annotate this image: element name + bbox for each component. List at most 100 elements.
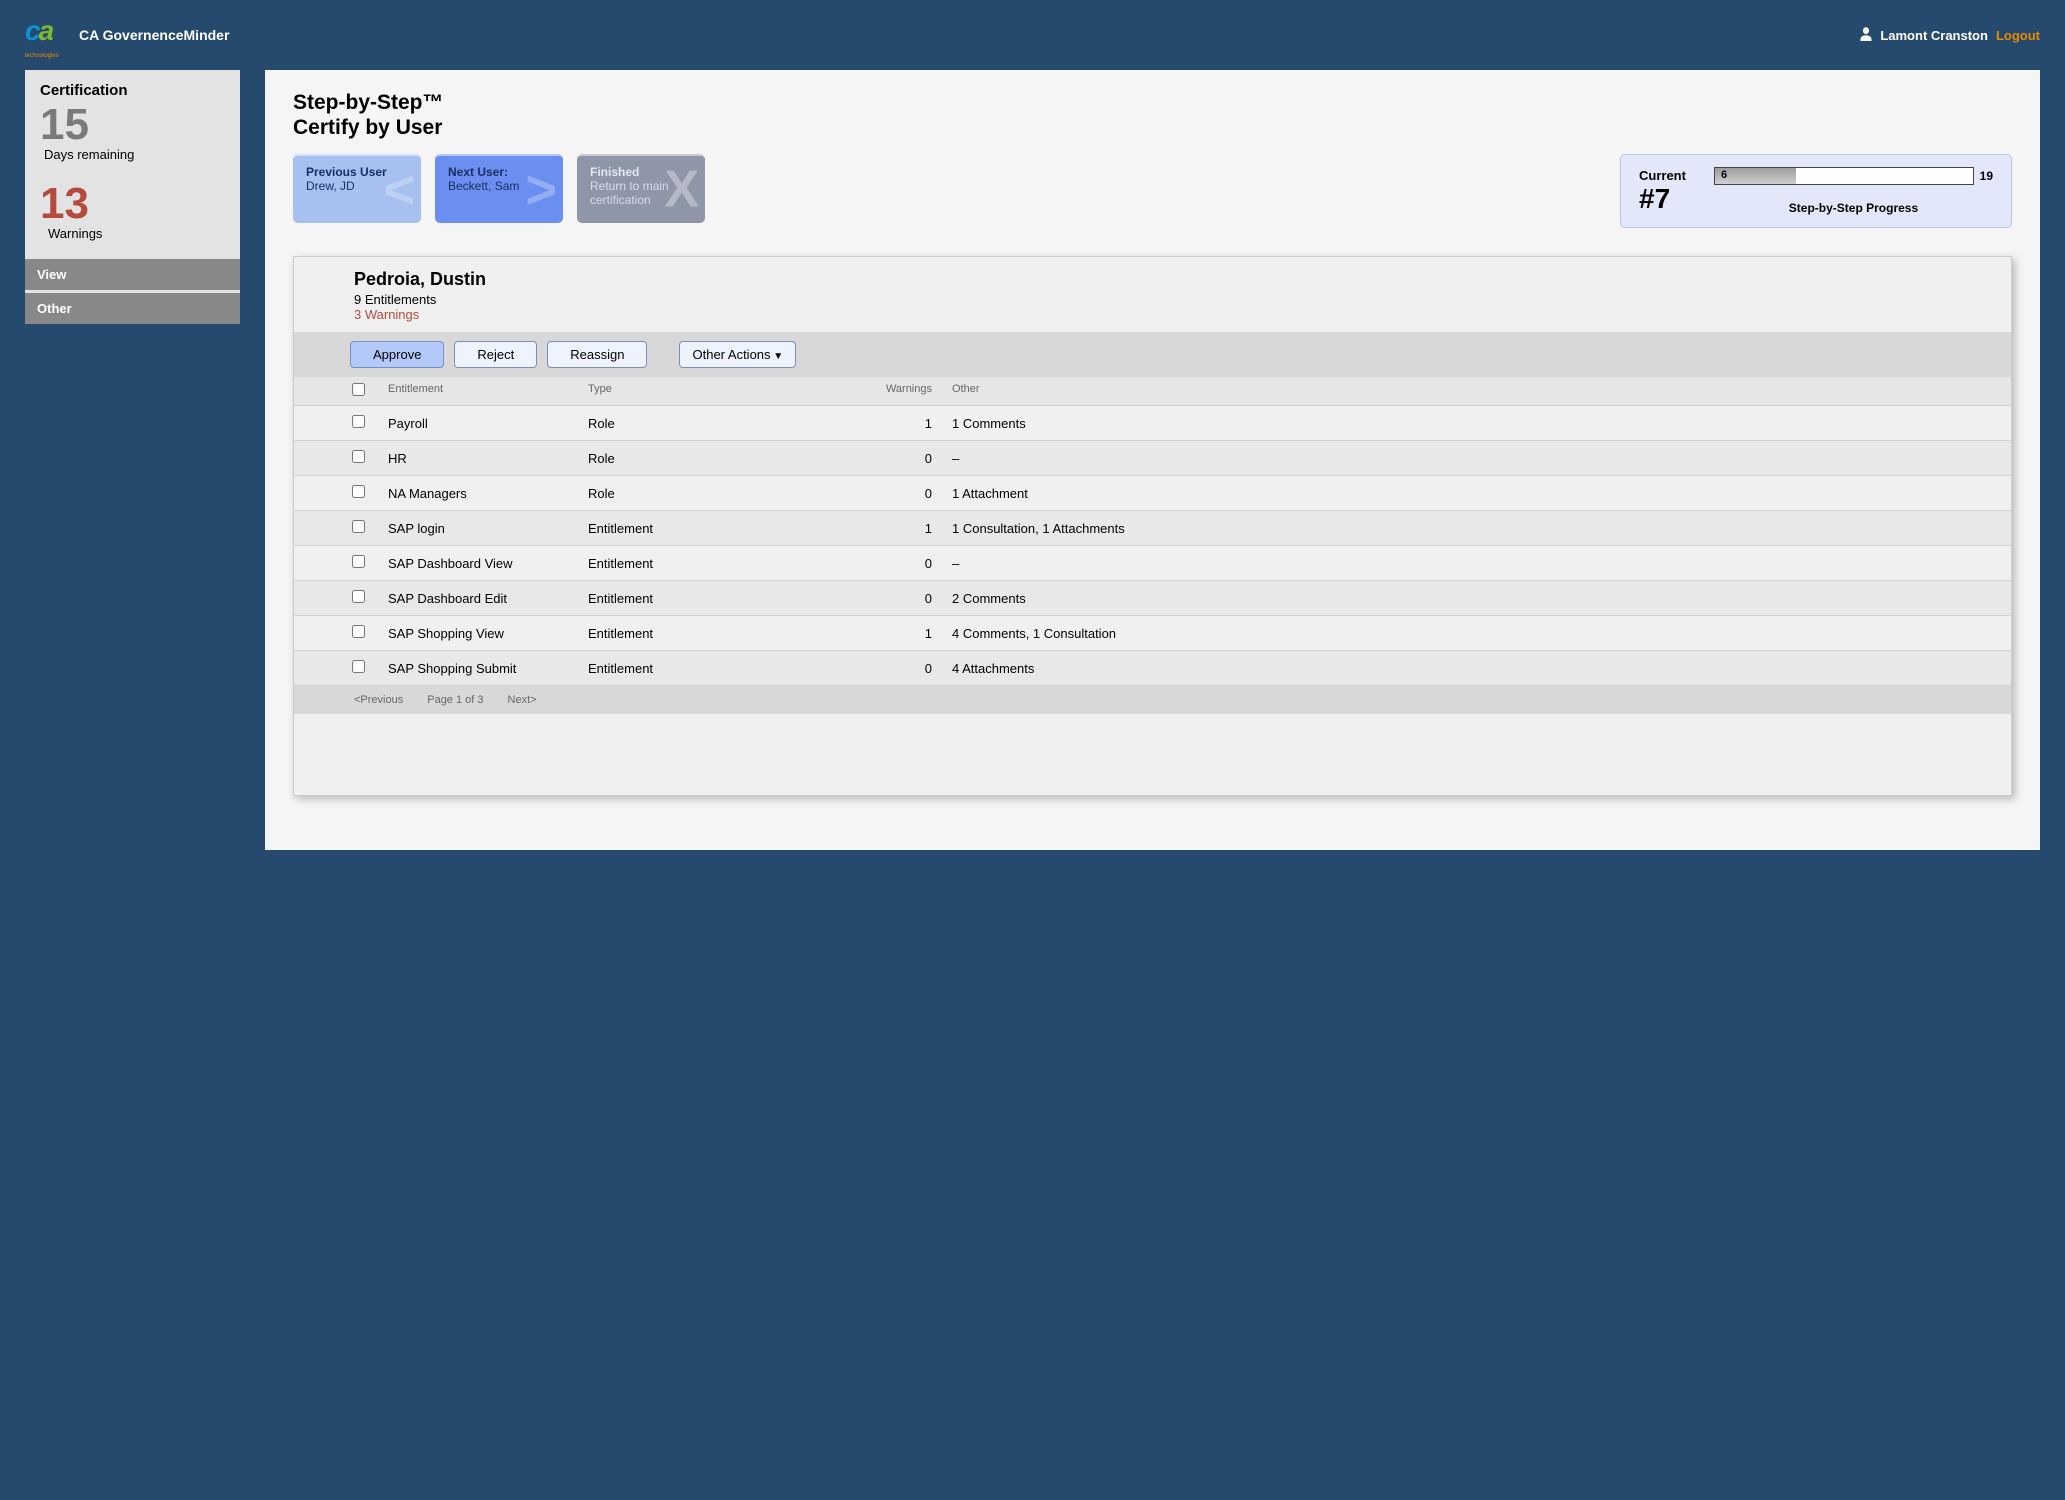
logout-link[interactable]: Logout <box>1996 28 2040 43</box>
paginate-page-info: Page 1 of 3 <box>427 694 483 706</box>
logo-subtext: technologies <box>25 53 59 59</box>
user-icon <box>1860 27 1872 44</box>
progress-done-num: 6 <box>1721 169 1727 181</box>
row-type: Role <box>588 451 748 466</box>
sidebar-summary: Certification 15 Days remaining 13 Warni… <box>25 70 240 259</box>
approve-button[interactable]: Approve <box>350 341 444 368</box>
current-num: #7 <box>1639 183 1686 215</box>
select-all-checkbox[interactable] <box>352 383 365 396</box>
row-other: 1 Attachment <box>952 486 1989 501</box>
row-type: Entitlement <box>588 521 748 536</box>
entitlements-panel: Pedroia, Dustin 9 Entitlements 3 Warning… <box>293 256 2012 796</box>
user-head: Pedroia, Dustin 9 Entitlements 3 Warning… <box>294 257 2011 332</box>
row-warnings: 0 <box>748 591 952 606</box>
row-checkbox[interactable] <box>352 520 365 533</box>
warnings-label: Warnings <box>48 226 225 241</box>
row-other: 1 Consultation, 1 Attachments <box>952 521 1989 536</box>
previous-user-card[interactable]: Previous User Drew, JD < <box>293 154 421 223</box>
progress-label: Step-by-Step Progress <box>1789 201 1918 215</box>
row-checkbox[interactable] <box>352 485 365 498</box>
table-header: Entitlement Type Warnings Other <box>294 377 2011 406</box>
row-entitlement: SAP login <box>388 521 588 536</box>
action-bar: Approve Reject Reassign Other Actions <box>294 332 2011 377</box>
warnings-count: 3 Warnings <box>354 307 1989 322</box>
col-header-entitlement: Entitlement <box>388 383 588 399</box>
progress-card: Current #7 6 19 Step-by-Step Progress <box>1620 154 2012 228</box>
reject-button[interactable]: Reject <box>454 341 537 368</box>
table-row[interactable]: PayrollRole11 Comments <box>294 406 2011 441</box>
reassign-button[interactable]: Reassign <box>547 341 647 368</box>
row-type: Entitlement <box>588 626 748 641</box>
row-checkbox[interactable] <box>352 450 365 463</box>
row-warnings: 0 <box>748 556 952 571</box>
table-row[interactable]: NA ManagersRole01 Attachment <box>294 476 2011 511</box>
row-checkbox[interactable] <box>352 590 365 603</box>
table-row[interactable]: SAP Shopping SubmitEntitlement04 Attachm… <box>294 651 2011 686</box>
header-left: ca. technologies CA GovernenceMinder <box>25 15 229 55</box>
page-title: Step-by-Step™ Certify by User <box>293 90 2012 140</box>
ca-logo: ca. technologies <box>25 15 67 55</box>
progress-block: 6 19 Step-by-Step Progress <box>1714 167 1993 215</box>
row-checkbox[interactable] <box>352 660 365 673</box>
row-warnings: 0 <box>748 451 952 466</box>
row-warnings: 0 <box>748 661 952 676</box>
page-title-line2: Certify by User <box>293 116 442 139</box>
row-type: Role <box>588 416 748 431</box>
row-checkbox[interactable] <box>352 415 365 428</box>
row-other: 4 Comments, 1 Consultation <box>952 626 1989 641</box>
col-header-other: Other <box>952 383 1989 399</box>
table-row[interactable]: SAP Shopping ViewEntitlement14 Comments,… <box>294 616 2011 651</box>
row-other: 1 Comments <box>952 416 1989 431</box>
row-entitlement: SAP Shopping View <box>388 626 588 641</box>
col-header-type: Type <box>588 383 748 399</box>
table-row[interactable]: HRRole0– <box>294 441 2011 476</box>
finished-card[interactable]: Finished Return to main certification X <box>577 154 705 223</box>
row-entitlement: Payroll <box>388 416 588 431</box>
row-warnings: 1 <box>748 626 952 641</box>
row-type: Entitlement <box>588 661 748 676</box>
row-warnings: 1 <box>748 416 952 431</box>
user-name: Pedroia, Dustin <box>354 269 1989 290</box>
progress-bar-fill: 6 <box>1715 168 1796 184</box>
table-footer: <Previous Page 1 of 3 Next> <box>294 686 2011 714</box>
row-entitlement: SAP Shopping Submit <box>388 661 588 676</box>
sidebar: Certification 15 Days remaining 13 Warni… <box>25 70 240 850</box>
next-user-card[interactable]: Next User: Beckett, Sam > <box>435 154 563 223</box>
other-actions-dropdown[interactable]: Other Actions <box>679 341 796 368</box>
table-row[interactable]: SAP Dashboard EditEntitlement02 Comments <box>294 581 2011 616</box>
table-body: PayrollRole11 CommentsHRRole0–NA Manager… <box>294 406 2011 686</box>
row-warnings: 1 <box>748 521 952 536</box>
table-row[interactable]: SAP Dashboard ViewEntitlement0– <box>294 546 2011 581</box>
row-entitlement: HR <box>388 451 588 466</box>
chevron-left-icon: < <box>383 174 415 206</box>
row-warnings: 0 <box>748 486 952 501</box>
paginate-next[interactable]: Next> <box>508 694 537 706</box>
sidebar-tab-view[interactable]: View <box>25 259 240 293</box>
row-other: – <box>952 556 1989 571</box>
chevron-right-icon: > <box>525 174 557 206</box>
progress-bar: 6 <box>1714 167 1974 185</box>
nav-row: Previous User Drew, JD < Next User: Beck… <box>293 154 2012 228</box>
row-other: 4 Attachments <box>952 661 1989 676</box>
app-title: CA GovernenceMinder <box>79 27 229 43</box>
warnings-num: 13 <box>40 182 225 226</box>
certification-title: Certification <box>40 82 225 99</box>
row-checkbox[interactable] <box>352 555 365 568</box>
sidebar-tab-other[interactable]: Other <box>25 293 240 324</box>
entitlements-count: 9 Entitlements <box>354 292 1989 307</box>
row-entitlement: NA Managers <box>388 486 588 501</box>
header-right: Lamont Cranston Logout <box>1860 27 2040 44</box>
current-block: Current #7 <box>1639 168 1686 215</box>
col-header-warnings: Warnings <box>748 383 952 399</box>
row-type: Entitlement <box>588 591 748 606</box>
app-header: ca. technologies CA GovernenceMinder Lam… <box>0 0 2065 70</box>
row-type: Role <box>588 486 748 501</box>
row-checkbox[interactable] <box>352 625 365 638</box>
main-content: Step-by-Step™ Certify by User Previous U… <box>265 70 2040 850</box>
table-row[interactable]: SAP loginEntitlement11 Consultation, 1 A… <box>294 511 2011 546</box>
page-title-line1: Step-by-Step™ <box>293 91 444 114</box>
current-label: Current <box>1639 168 1686 183</box>
row-other: 2 Comments <box>952 591 1989 606</box>
paginate-prev[interactable]: <Previous <box>354 694 403 706</box>
close-icon: X <box>664 174 699 205</box>
